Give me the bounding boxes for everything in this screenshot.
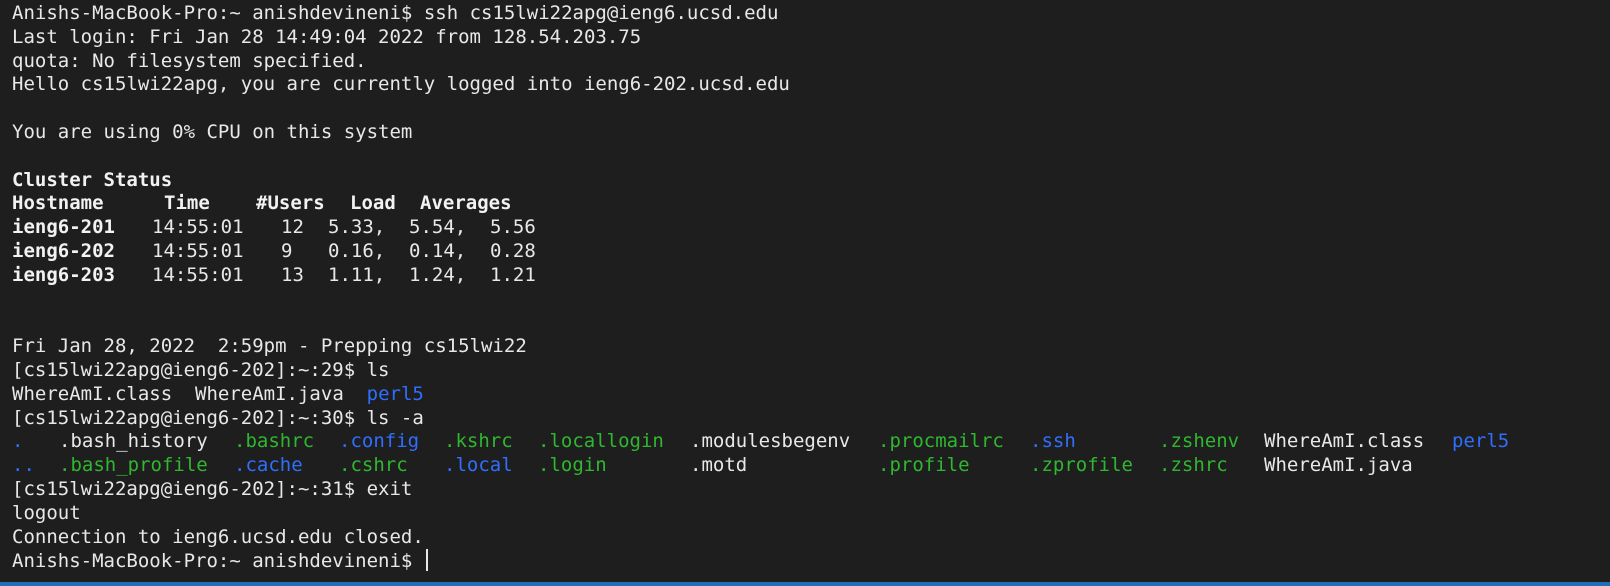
header-time: Time	[164, 192, 210, 215]
cluster-host: ieng6-201	[12, 216, 115, 239]
ssh-command-line: Anishs-MacBook-Pro:~ anishdevineni$ ssh …	[12, 2, 1610, 26]
cluster-users: 9	[281, 239, 293, 262]
ls-a-entry: perl5	[1452, 430, 1510, 453]
header-users: #Users	[256, 192, 325, 215]
cluster-host: ieng6-203	[12, 263, 115, 286]
ls-a-entry: .bash_history	[59, 430, 208, 453]
header-hostname: Hostname	[12, 192, 104, 215]
hello-line: Hello cs15lwi22apg, you are currently lo…	[12, 73, 790, 96]
ls-a-entry: .zprofile	[1030, 454, 1133, 477]
cluster-load-3: 5.56	[490, 216, 536, 239]
final-prompt: Anishs-MacBook-Pro:~ anishdevineni$	[12, 550, 413, 573]
cluster-row: ieng6-203 14:55:01 13 1.11, 1.24, 1.21	[12, 264, 1610, 288]
ls-a-entry: .bash_profile	[59, 454, 208, 477]
ls-a-output-row-2: .. .bash_profile .cache .cshrc .local .login.…	[12, 454, 1610, 478]
cluster-load-2: 0.14,	[409, 239, 467, 262]
cluster-row: ieng6-201 14:55:01 12 5.33, 5.54, 5.56	[12, 216, 1610, 240]
command-exit-line: [cs15lwi22apg@ieng6-202]:~:31$ exit	[12, 477, 413, 500]
last-login-line: Last login: Fri Jan 28 14:49:04 2022 fro…	[12, 25, 642, 48]
ls-a-entry: .zshrc	[1159, 454, 1228, 477]
ls-a-entry: .zshenv	[1159, 430, 1240, 453]
status-bar-edge	[0, 582, 1610, 586]
ls-a-entry: .config	[339, 430, 420, 453]
cluster-users: 12	[281, 216, 304, 239]
ls-a-entry: .kshrc	[444, 430, 513, 453]
cluster-load-2: 1.24,	[409, 263, 467, 286]
ls-a-entry: .bashrc	[234, 430, 315, 453]
ls-a-entry: WhereAmI.java	[1264, 454, 1413, 477]
cluster-time: 14:55:01	[152, 216, 244, 239]
cluster-status-title: Cluster Status	[12, 168, 173, 191]
final-prompt-line[interactable]: Anishs-MacBook-Pro:~ anishdevineni$	[12, 549, 1610, 573]
ls-a-entry: .local	[444, 454, 513, 477]
terminal-window[interactable]: Anishs-MacBook-Pro:~ anishdevineni$ ssh …	[0, 0, 1610, 586]
ls-a-output-row-1: . .bash_history .bashrc .config .kshrc .local…	[12, 430, 1610, 454]
prepping-line: Fri Jan 28, 2022 2:59pm - Prepping cs15l…	[12, 335, 527, 358]
connection-closed-line: Connection to ieng6.ucsd.edu closed.	[12, 525, 424, 548]
ls-a-entry: .login	[538, 454, 607, 477]
cluster-load-3: 0.28	[490, 239, 536, 262]
ls-a-entry: .cshrc	[339, 454, 408, 477]
quota-line: quota: No filesystem specified.	[12, 49, 367, 72]
ls-item-perl5: perl5	[366, 382, 424, 405]
cluster-load-1: 1.11,	[328, 263, 386, 286]
command-ls-line: [cs15lwi22apg@ieng6-202]:~:29$ ls	[12, 358, 390, 381]
command-ls-a-line: [cs15lwi22apg@ieng6-202]:~:30$ ls -a	[12, 406, 424, 429]
ls-a-entry: ..	[12, 454, 35, 477]
cluster-time: 14:55:01	[152, 239, 244, 262]
cluster-time: 14:55:01	[152, 263, 244, 286]
header-averages: Averages	[420, 192, 512, 215]
cluster-header-row: Hostname Time #Users Load Averages	[12, 192, 1610, 216]
ls-output-line: WhereAmI.class WhereAmI.java perl5	[12, 383, 1610, 407]
ls-a-entry: .procmailrc	[878, 430, 1004, 453]
ls-a-entry: .motd	[690, 454, 748, 477]
cpu-line: You are using 0% CPU on this system	[12, 120, 413, 143]
ls-item-class: WhereAmI.class	[12, 382, 173, 405]
ls-a-entry: .ssh	[1030, 430, 1076, 453]
cluster-load-3: 1.21	[490, 263, 536, 286]
logout-line: logout	[12, 501, 81, 524]
ls-a-entry: .cache	[234, 454, 303, 477]
ls-a-entry: .	[12, 430, 24, 453]
cluster-load-2: 5.54,	[409, 216, 467, 239]
ls-a-entry: .profile	[878, 454, 970, 477]
header-load: Load	[350, 192, 396, 215]
cluster-load-1: 0.16,	[328, 239, 386, 262]
text-cursor[interactable]	[425, 549, 428, 572]
cluster-users: 13	[281, 263, 304, 286]
ls-a-entry: .modulesbegenv	[690, 430, 851, 453]
ls-a-entry: .locallogin	[538, 430, 664, 453]
local-prompt: Anishs-MacBook-Pro:~ anishdevineni$	[12, 2, 413, 24]
ls-item-java: WhereAmI.java	[195, 382, 344, 405]
ssh-command: ssh cs15lwi22apg@ieng6.ucsd.edu	[423, 2, 779, 24]
cluster-load-1: 5.33,	[328, 216, 386, 239]
ls-a-entry: WhereAmI.class	[1264, 430, 1425, 453]
cluster-row: ieng6-202 14:55:01 9 0.16, 0.14, 0.28	[12, 240, 1610, 264]
cluster-host: ieng6-202	[12, 239, 115, 262]
